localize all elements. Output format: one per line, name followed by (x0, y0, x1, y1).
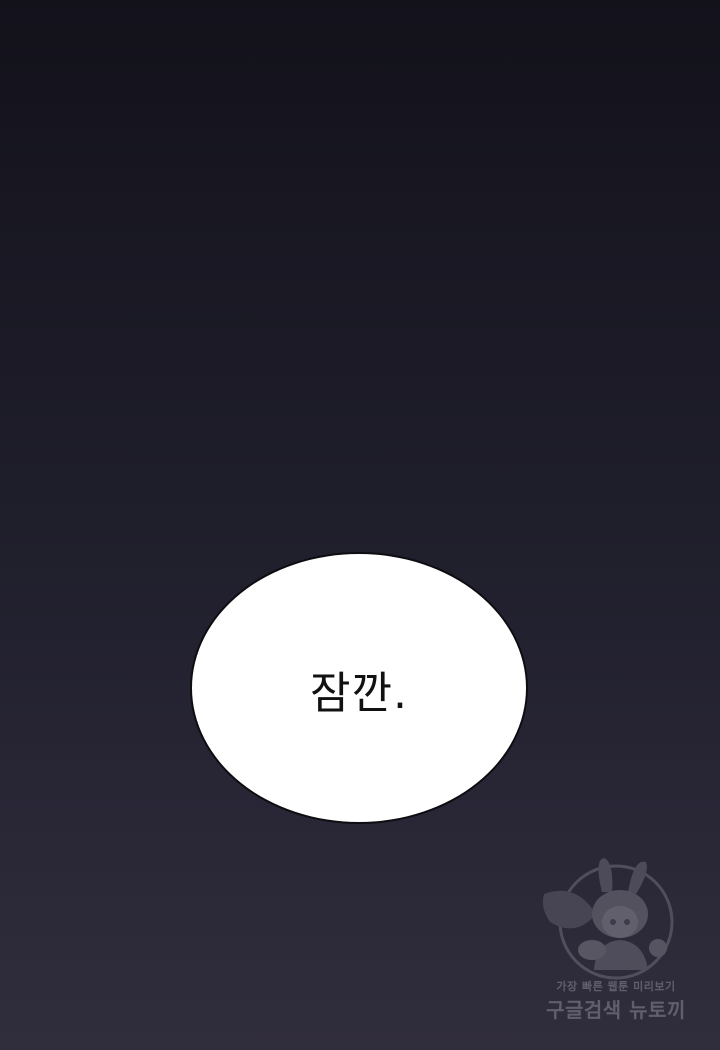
comic-panel: 잠깐. 가장 빠른 웹툰 미리보기 구글검색 뉴토끼 (0, 0, 720, 1050)
speech-text: 잠깐. (310, 668, 408, 719)
rabbit-girl-mascot-icon (542, 858, 674, 980)
watermark: 가장 빠른 웹툰 미리보기 구글검색 뉴토끼 (536, 852, 696, 1032)
speech-bubble: 잠깐. (190, 552, 528, 824)
watermark-tagline: 가장 빠른 웹툰 미리보기 (556, 980, 676, 993)
watermark-brand: 구글검색 뉴토끼 (546, 998, 686, 1022)
